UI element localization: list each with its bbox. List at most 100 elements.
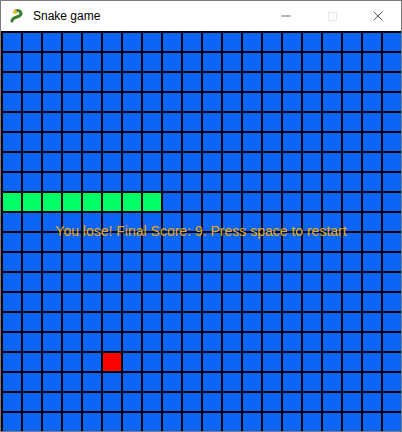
grid-cell	[103, 313, 121, 331]
grid-cell	[323, 173, 341, 191]
grid-cell	[83, 73, 101, 91]
grid-cell	[103, 33, 121, 51]
grid-cell	[343, 133, 361, 151]
snake-segment	[143, 193, 161, 211]
grid-cell	[163, 133, 181, 151]
grid-cell	[3, 33, 21, 51]
grid-cell	[63, 353, 81, 371]
grid-cell	[103, 113, 121, 131]
grid-cell	[123, 53, 141, 71]
grid-cell	[383, 93, 401, 111]
grid-cell	[83, 173, 101, 191]
grid-cell	[223, 193, 241, 211]
grid-cell	[263, 193, 281, 211]
grid-cell	[263, 33, 281, 51]
grid-cell	[323, 313, 341, 331]
grid-cell	[103, 153, 121, 171]
grid-cell	[243, 293, 261, 311]
grid-cell	[283, 353, 301, 371]
grid-cell	[243, 73, 261, 91]
grid-cell	[143, 113, 161, 131]
grid-cell	[323, 293, 341, 311]
grid-cell	[23, 53, 41, 71]
grid-cell	[303, 293, 321, 311]
grid-cell	[23, 213, 41, 231]
grid-cell	[363, 253, 381, 271]
grid-cell	[143, 313, 161, 331]
grid-cell	[163, 53, 181, 71]
minimize-button[interactable]	[263, 1, 309, 31]
game-board[interactable]: You lose! Final Score: 9. Press space to…	[1, 31, 401, 431]
grid-cell	[383, 393, 401, 411]
close-button[interactable]	[355, 1, 401, 31]
grid-cell	[323, 413, 341, 431]
grid-cell	[243, 133, 261, 151]
grid-cell	[123, 113, 141, 131]
grid-cell	[223, 33, 241, 51]
grid-cell	[283, 253, 301, 271]
grid-cell	[3, 113, 21, 131]
grid-cell	[363, 93, 381, 111]
grid-cell	[63, 153, 81, 171]
grid-cell	[63, 313, 81, 331]
grid-cell	[103, 293, 121, 311]
grid-cell	[183, 373, 201, 391]
grid-cell	[163, 33, 181, 51]
grid-cell	[263, 273, 281, 291]
grid-cell	[143, 93, 161, 111]
grid-cell	[63, 273, 81, 291]
grid-cell	[83, 413, 101, 431]
grid-cell	[303, 173, 321, 191]
grid-cell	[203, 333, 221, 351]
grid-cell	[83, 113, 101, 131]
grid-cell	[323, 333, 341, 351]
grid-cell	[23, 373, 41, 391]
grid-cell	[363, 33, 381, 51]
grid-cell	[183, 273, 201, 291]
grid-cell	[303, 133, 321, 151]
grid-cell	[143, 133, 161, 151]
grid-cell	[183, 33, 201, 51]
grid-cell	[343, 273, 361, 291]
grid-cell	[203, 273, 221, 291]
grid-cell	[283, 373, 301, 391]
grid-cell	[123, 373, 141, 391]
grid-cell	[363, 193, 381, 211]
grid-cell	[203, 393, 221, 411]
grid-cell	[383, 373, 401, 391]
grid-cell	[343, 413, 361, 431]
grid-cell	[383, 73, 401, 91]
grid-cell	[383, 233, 401, 251]
grid-cell	[3, 233, 21, 251]
grid-cell	[183, 113, 201, 131]
grid-cell	[263, 53, 281, 71]
grid-cell	[363, 353, 381, 371]
grid-cell	[283, 393, 301, 411]
food	[103, 353, 121, 371]
grid-cell	[203, 413, 221, 431]
grid-cell	[203, 173, 221, 191]
grid-cell	[123, 273, 141, 291]
grid-cell	[283, 33, 301, 51]
grid-cell	[103, 413, 121, 431]
grid-cell	[23, 353, 41, 371]
grid-cell	[83, 313, 101, 331]
grid-cell	[123, 393, 141, 411]
grid-cell	[183, 313, 201, 331]
grid-cell	[343, 73, 361, 91]
grid-cell	[323, 273, 341, 291]
grid-cell	[143, 73, 161, 91]
grid-cell	[223, 413, 241, 431]
title-bar: Snake game	[1, 1, 401, 31]
grid-cell	[383, 353, 401, 371]
grid-cell	[123, 413, 141, 431]
grid-cell	[3, 393, 21, 411]
grid-cell	[203, 313, 221, 331]
grid-cell	[323, 133, 341, 151]
grid-cell	[143, 173, 161, 191]
grid-cell	[143, 393, 161, 411]
grid-cell	[143, 33, 161, 51]
maximize-button[interactable]	[309, 1, 355, 31]
grid-cell	[23, 153, 41, 171]
grid-cell	[283, 293, 301, 311]
